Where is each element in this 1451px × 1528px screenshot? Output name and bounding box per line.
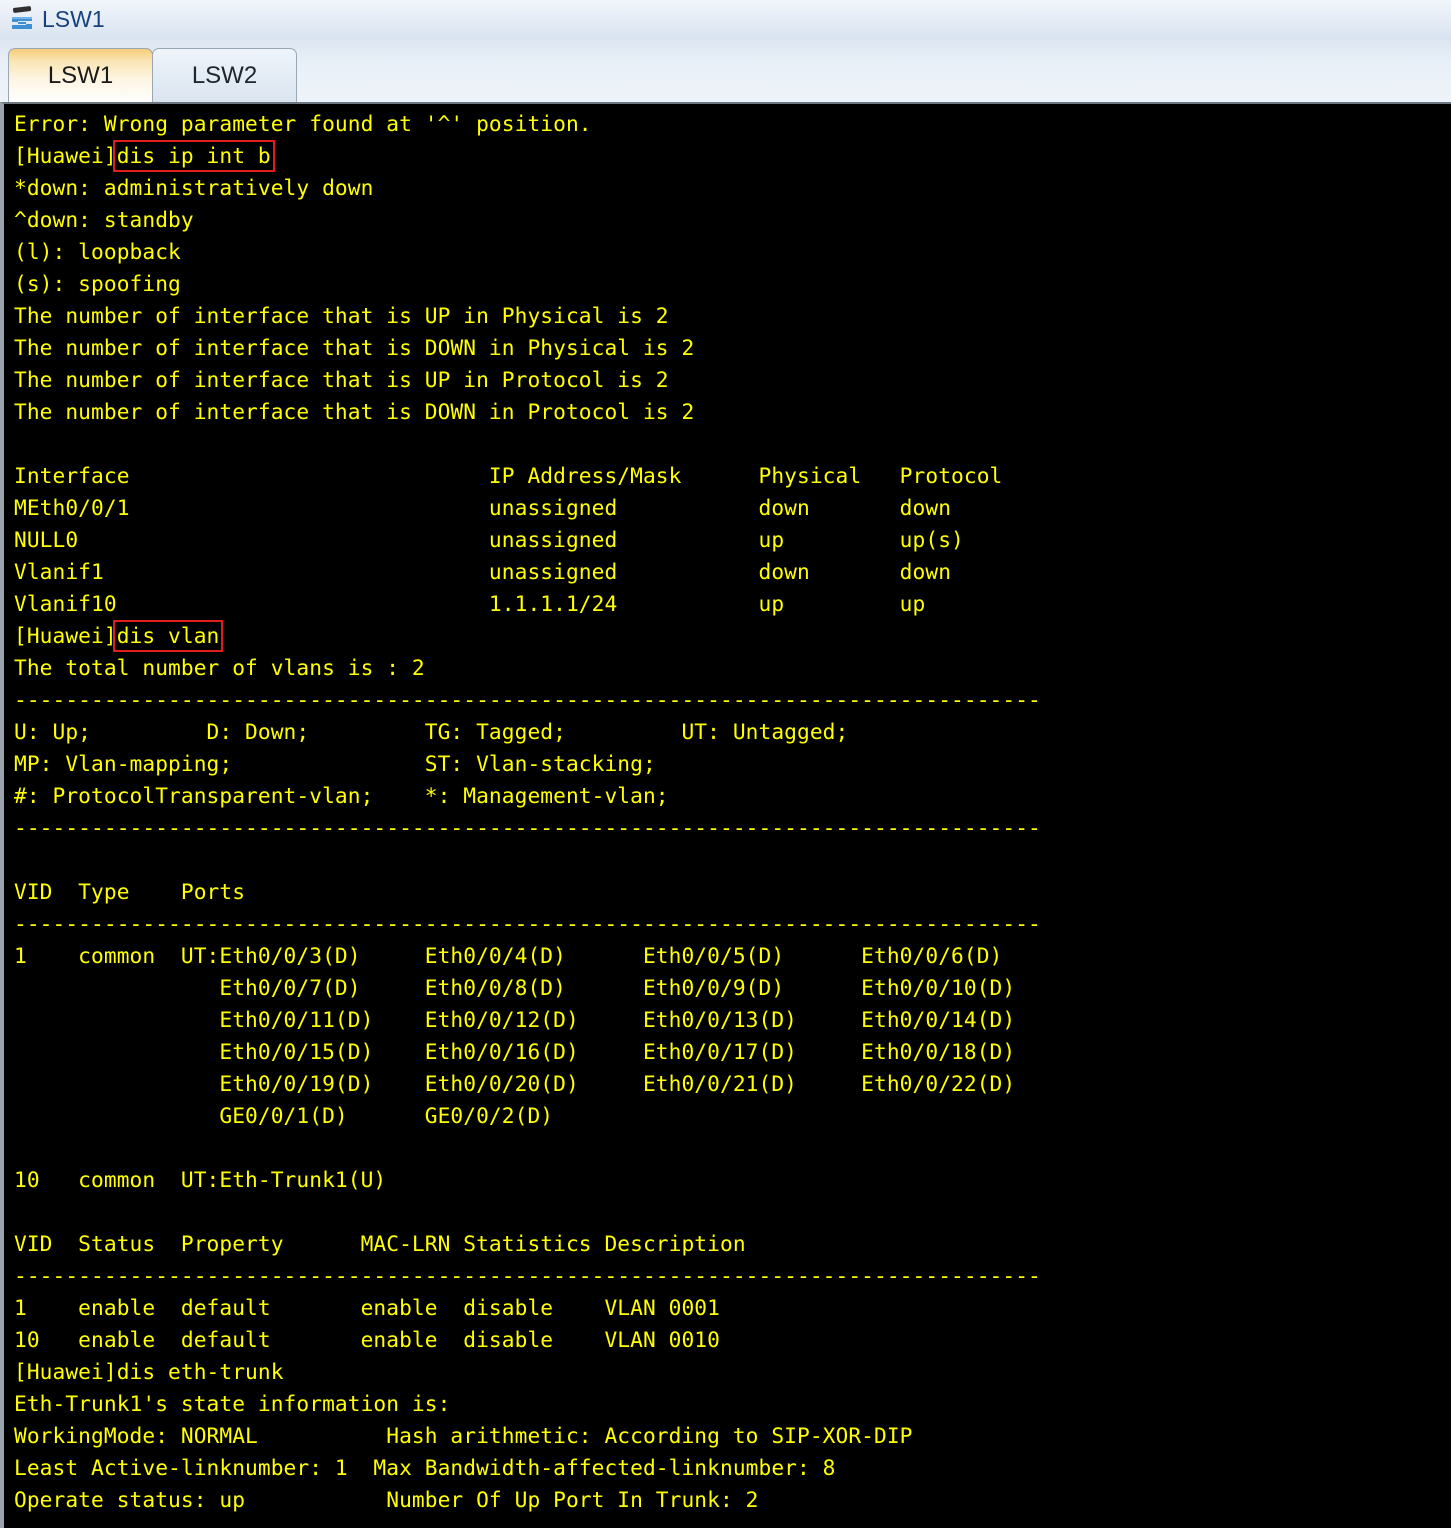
terminal-line: ^down: standby [14, 207, 194, 232]
terminal-line: Eth0/0/15(D) Eth0/0/16(D) Eth0/0/17(D) E… [14, 1039, 1016, 1064]
terminal-line: (s): spoofing [14, 271, 181, 296]
terminal-line: ----------------------------------------… [14, 1263, 1041, 1288]
terminal-line: The number of interface that is UP in Pr… [14, 367, 669, 392]
terminal-panel[interactable]: Error: Wrong parameter found at '^' posi… [0, 102, 1451, 1528]
terminal-line: #: ProtocolTransparent-vlan; *: Manageme… [14, 783, 669, 808]
terminal-line: MEth0/0/1 unassigned down down [14, 495, 952, 520]
terminal-line: NULL0 unassigned up up(s) [14, 527, 964, 552]
terminal-line: 1 enable default enable disable VLAN 000… [14, 1295, 720, 1320]
terminal-line: VID Type Ports [14, 879, 246, 904]
window-titlebar: LSW1 [0, 0, 1451, 40]
terminal-line: The number of interface that is UP in Ph… [14, 303, 669, 328]
highlighted-command: dis ip int b [112, 140, 275, 172]
terminal-line: MP: Vlan-mapping; ST: Vlan-stacking; [14, 751, 656, 776]
terminal-prompt: [Huawei] [14, 143, 117, 168]
terminal-line: ----------------------------------------… [14, 815, 1041, 840]
terminal-line: ----------------------------------------… [14, 687, 1041, 712]
tab-lsw2-label: LSW2 [191, 61, 258, 89]
terminal-line: Eth-Trunk1's state information is: [14, 1391, 451, 1416]
terminal-line: 1 common UT:Eth0/0/3(D) Eth0/0/4(D) Eth0… [14, 943, 1003, 968]
terminal-line: [Huawei]dis vlan [14, 620, 1434, 652]
device-cli-window: LSW1 LSW1 LSW2 Error: Wrong parameter fo… [0, 0, 1451, 1528]
tab-strip: LSW1 LSW2 [0, 40, 1451, 102]
terminal-line: [Huawei]dis ip int b [14, 140, 1434, 172]
terminal-line: Eth0/0/7(D) Eth0/0/8(D) Eth0/0/9(D) Eth0… [14, 975, 1016, 1000]
terminal-line: WorkingMode: NORMAL Hash arithmetic: Acc… [14, 1423, 913, 1448]
terminal-line: The total number of vlans is : 2 [14, 655, 425, 680]
highlighted-command: dis vlan [112, 620, 224, 652]
terminal-line: U: Up; D: Down; TG: Tagged; UT: Untagged… [14, 719, 849, 744]
tab-lsw1[interactable]: LSW1 [8, 48, 153, 102]
terminal-line: ----------------------------------------… [14, 911, 1041, 936]
terminal-line: VID Status Property MAC-LRN Statistics D… [14, 1231, 746, 1256]
terminal-line: The number of interface that is DOWN in … [14, 335, 695, 360]
terminal-line: Eth0/0/19(D) Eth0/0/20(D) Eth0/0/21(D) E… [14, 1071, 1016, 1096]
terminal-line: GE0/0/1(D) GE0/0/2(D) [14, 1103, 554, 1128]
terminal-line: Vlanif10 1.1.1.1/24 up up [14, 591, 926, 616]
tab-lsw2[interactable]: LSW2 [152, 48, 297, 102]
terminal-line: Eth0/0/11(D) Eth0/0/12(D) Eth0/0/13(D) E… [14, 1007, 1016, 1032]
terminal-line: Interface IP Address/Mask Physical Proto… [14, 463, 1003, 488]
terminal-line: *down: administratively down [14, 175, 374, 200]
tab-lsw1-label: LSW1 [47, 61, 114, 89]
terminal-line: 10 enable default enable disable VLAN 00… [14, 1327, 720, 1352]
terminal-line: 10 common UT:Eth-Trunk1(U) [14, 1167, 387, 1192]
terminal-line: Vlanif1 unassigned down down [14, 559, 952, 584]
terminal-output[interactable]: Error: Wrong parameter found at '^' posi… [14, 108, 1434, 1516]
terminal-line: Least Active-linknumber: 1 Max Bandwidth… [14, 1455, 836, 1480]
terminal-line: Error: Wrong parameter found at '^' posi… [14, 111, 592, 136]
switch-icon [6, 4, 40, 36]
terminal-line: The number of interface that is DOWN in … [14, 399, 695, 424]
window-title: LSW1 [42, 5, 105, 32]
terminal-line: Operate status: up Number Of Up Port In … [14, 1487, 759, 1512]
terminal-line: (l): loopback [14, 239, 181, 264]
terminal-prompt: [Huawei] [14, 623, 117, 648]
terminal-line: [Huawei]dis eth-trunk [14, 1359, 284, 1384]
